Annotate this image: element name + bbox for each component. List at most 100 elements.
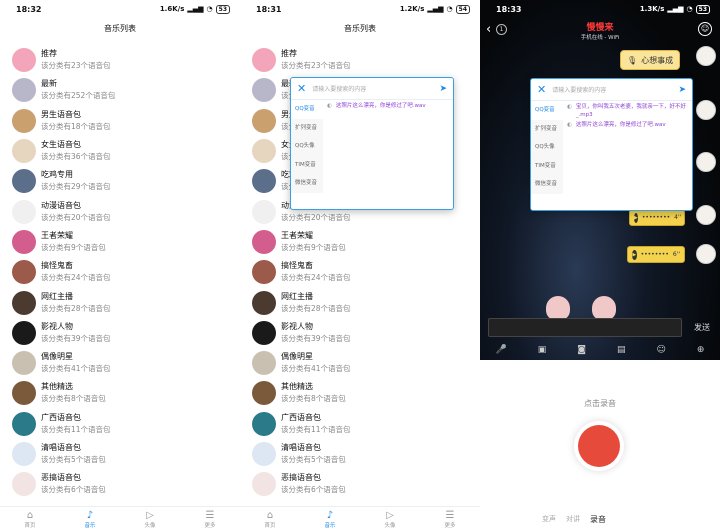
list-item-title: 搞怪鬼畜 xyxy=(281,261,313,271)
list-item[interactable]: 搞怪鬼畜 该分类有24个语音包 xyxy=(0,257,240,287)
list-item[interactable]: 清唱语音包 该分类有5个语音包 xyxy=(240,439,480,469)
tab-more[interactable]: ☰ 更多 xyxy=(180,507,240,532)
plus-icon[interactable]: ⊕ xyxy=(697,345,705,355)
tab-play[interactable]: ▷ 头像 xyxy=(120,507,180,532)
list-item[interactable]: 王者荣耀 该分类有9个语音包 xyxy=(240,227,480,257)
list-item[interactable]: 动漫语音包该分类有20个语音包 xyxy=(0,196,240,226)
chat-input[interactable] xyxy=(488,318,682,337)
mode-record[interactable]: 录音 xyxy=(590,514,606,525)
file-icon[interactable]: ▤ xyxy=(617,345,626,355)
character-figure xyxy=(592,296,616,320)
profile-icon[interactable]: ☺ xyxy=(698,22,712,36)
list-item-title: 广西语音包 xyxy=(41,412,81,422)
mode-talk[interactable]: 对讲 xyxy=(566,514,580,525)
avatar xyxy=(12,472,36,497)
close-icon[interactable]: ✕ xyxy=(297,82,306,95)
list-item[interactable]: 偶像明星 该分类有41个语音包 xyxy=(240,348,480,378)
list-item[interactable]: 影视人物 该分类有39个语音包 xyxy=(240,318,480,348)
list-item[interactable]: 男生语音包该分类有18个语音包 xyxy=(0,106,240,136)
list-item[interactable]: 推荐 该分类有23个语音包 xyxy=(240,45,480,75)
list-item-title: 影视人物 xyxy=(41,321,73,331)
more-icon: ☰ xyxy=(205,510,215,521)
avatar xyxy=(12,320,36,345)
mic-icon[interactable]: 🎤 xyxy=(496,345,507,355)
list-item-text: 王者荣耀 该分类有9个语音包 xyxy=(41,230,106,254)
screen-chat: 18:33 1.3K/s ▂▄▆ ◔ 53 ‹ 1 慢慢来 手机在线 - WiF… xyxy=(480,0,720,532)
list-item-text: 王者荣耀 该分类有9个语音包 xyxy=(281,230,346,254)
popup-category[interactable]: 扩列变音 xyxy=(531,120,563,139)
list-item[interactable]: 广西语音包 该分类有11个语音包 xyxy=(240,409,480,439)
voice-duration: 6'' xyxy=(672,251,680,258)
list-item[interactable]: 影视人物 该分类有39个语音包 xyxy=(0,318,240,348)
list-item[interactable]: 其他精选 该分类有8个语音包 xyxy=(240,378,480,408)
list-item[interactable]: 恶搞语音包 该分类有6个语音包 xyxy=(0,469,240,499)
list-item[interactable]: 偶像明星 该分类有41个语音包 xyxy=(0,348,240,378)
signal-icon: ▂▄▆ xyxy=(427,5,444,13)
tab-more[interactable]: ☰ 更多 xyxy=(420,507,480,532)
list-item[interactable]: 最新该分类有252个语音包 xyxy=(0,75,240,105)
status-speed: 1.2K/s xyxy=(399,5,425,13)
list-item-title: 广西语音包 xyxy=(281,412,321,422)
tab-label: 头像 xyxy=(384,523,396,529)
chat-header: ‹ 1 慢慢来 手机在线 - WiFi ☺ xyxy=(480,18,720,46)
record-button[interactable] xyxy=(578,425,620,467)
popup-category[interactable]: TIM变音 xyxy=(531,157,563,176)
tab-music[interactable]: ♪ 音乐 xyxy=(60,507,120,532)
popup-category[interactable]: 扩列变音 xyxy=(291,119,323,138)
list-item[interactable]: 其他精选 该分类有8个语音包 xyxy=(0,378,240,408)
record-hint: 点击录音 xyxy=(584,399,616,408)
list-item[interactable]: 女生语音包该分类有36个语音包 xyxy=(0,136,240,166)
send-button[interactable]: 发送 xyxy=(694,322,710,333)
list-item-title: 影视人物 xyxy=(281,321,313,331)
popup-category[interactable]: 微信变音 xyxy=(531,175,563,194)
tab-music[interactable]: ♪ 音乐 xyxy=(300,507,360,532)
waveform-icon: •••••••• xyxy=(640,251,669,258)
search-input[interactable]: 请输入要搜索的内容 xyxy=(312,84,433,93)
emoji-icon[interactable]: ☺ xyxy=(656,345,665,355)
audio-item[interactable]: ◐ 这照片这么漂亮，你是修过了吧.wav xyxy=(567,121,688,129)
list-item[interactable]: 搞怪鬼畜 该分类有24个语音包 xyxy=(240,257,480,287)
list-item[interactable]: 网红主播 该分类有28个语音包 xyxy=(240,287,480,317)
close-icon[interactable]: ✕ xyxy=(537,83,546,96)
tab-label: 音乐 xyxy=(84,523,96,529)
list-item-title: 王者荣耀 xyxy=(281,230,313,240)
list-item-title: 女生语音包 xyxy=(41,140,81,150)
list-item[interactable]: 清唱语音包 该分类有5个语音包 xyxy=(0,439,240,469)
list-item-title: 其他精选 xyxy=(281,382,313,392)
list-item[interactable]: 吃鸡专用该分类有29个语音包 xyxy=(0,166,240,196)
screen-music-list: 18:32 1.6K/s ▂▄▆ ◔ 53 音乐列表 推荐 该分类有23个语音包最… xyxy=(0,0,240,532)
tab-home[interactable]: ⌂ 首页 xyxy=(0,507,60,532)
voice-message[interactable]: ▶ •••••••• 6'' xyxy=(627,246,685,263)
wish-bubble[interactable]: 🎙 心想事成 xyxy=(620,50,681,70)
list-item[interactable]: 王者荣耀 该分类有9个语音包 xyxy=(0,227,240,257)
popup-category[interactable]: 微信变音 xyxy=(291,174,323,193)
popup-category[interactable]: QQ头像 xyxy=(291,137,323,156)
send-icon[interactable]: ➤ xyxy=(439,84,447,94)
category-sidebar: QQ变音 扩列变音 QQ头像 TIM变音 微信变音 xyxy=(291,100,323,193)
voice-message[interactable]: ▶ •••••••• 4'' xyxy=(629,209,685,226)
search-input[interactable]: 请输入要搜索的内容 xyxy=(552,85,672,94)
popup-category[interactable]: TIM变音 xyxy=(291,156,323,175)
tab-play[interactable]: ▷ 头像 xyxy=(360,507,420,532)
list-item[interactable]: 推荐 该分类有23个语音包 xyxy=(0,45,240,75)
list-item-text: 清唱语音包 该分类有5个语音包 xyxy=(41,442,106,466)
popup-category[interactable]: QQ变音 xyxy=(291,100,323,119)
status-speed: 1.6K/s xyxy=(159,5,185,13)
popup-category[interactable]: QQ变音 xyxy=(531,101,563,120)
search-popup: ✕ 请输入要搜索的内容 ➤ QQ变音 扩列变音 QQ头像 TIM变音 微信变音 ◐ 这照片… xyxy=(290,77,454,210)
list-item[interactable]: 网红主播 该分类有28个语音包 xyxy=(0,287,240,317)
list-item-text: 推荐 该分类有23个语音包 xyxy=(41,48,111,72)
avatar xyxy=(252,320,276,345)
send-icon[interactable]: ➤ xyxy=(678,85,686,95)
popup-category[interactable]: QQ头像 xyxy=(531,138,563,157)
list-item-subtitle: 该分类有6个语音包 xyxy=(281,485,346,495)
list-item[interactable]: 广西语音包 该分类有11个语音包 xyxy=(0,409,240,439)
mode-voice-change[interactable]: 变声 xyxy=(542,514,556,525)
audio-item[interactable]: ◐ 这照片这么漂亮，你是修过了吧.wav xyxy=(327,102,449,110)
tab-home[interactable]: ⌂ 首页 xyxy=(240,507,300,532)
audio-item[interactable]: ◐ 宝贝，你叫我五次老婆，我就亲一下，好不好_.mp3 xyxy=(567,103,688,119)
image-icon[interactable]: ▣ xyxy=(538,345,547,355)
list-item[interactable]: 恶搞语音包 该分类有6个语音包 xyxy=(240,469,480,499)
camera-icon[interactable]: ◙ xyxy=(577,345,586,355)
list-item-text: 偶像明星 该分类有41个语音包 xyxy=(281,351,351,375)
